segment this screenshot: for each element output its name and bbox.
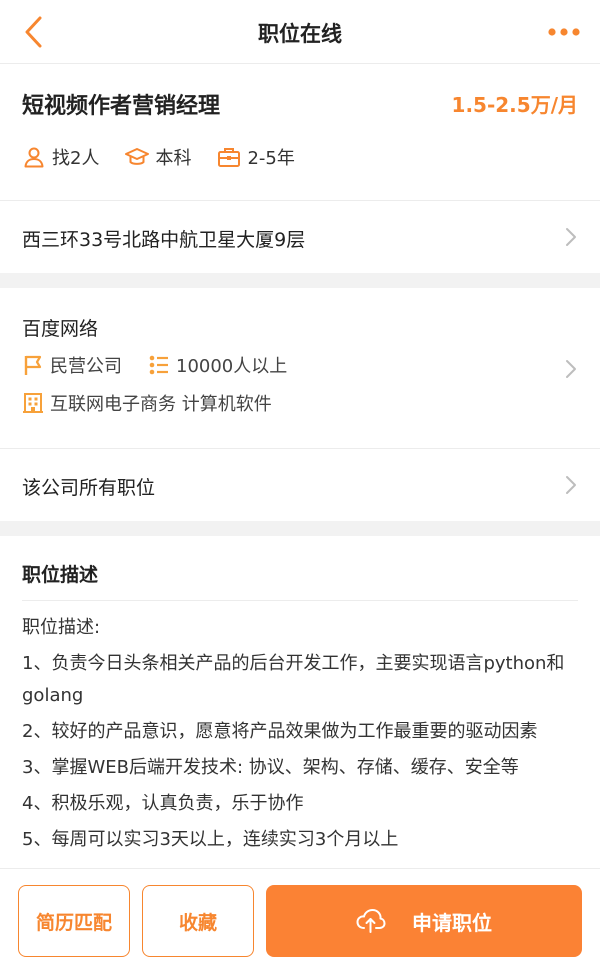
bottom-action-bar: 简历匹配 收藏 申请职位 [0, 868, 600, 974]
company-type: 民营公司 [50, 356, 122, 377]
meta-education-text: 本科 [155, 148, 192, 169]
apply-button[interactable]: 申请职位 [266, 885, 582, 957]
resume-match-button[interactable]: 简历匹配 [18, 885, 130, 957]
chevron-right-icon [566, 228, 576, 246]
all-jobs-text: 该公司所有职位 [22, 477, 156, 499]
description-line: 5、每周可以实习3天以上，连续实习3个月以上 [22, 829, 399, 850]
description-body: 职位描述: 1、负责今日头条相关产品的后台开发工作，主要实现语言python和g… [22, 612, 580, 860]
address-text: 西三环33号北路中航卫星大厦9层 [22, 229, 306, 251]
top-nav-bar: 职位在线 [0, 0, 600, 64]
meta-headcount-text: 找2人 [52, 148, 100, 169]
section-gap [0, 521, 600, 536]
list-icon [149, 355, 168, 375]
company-all-jobs-row[interactable]: 该公司所有职位 [0, 449, 600, 521]
description-line: 职位描述: [22, 617, 101, 638]
meta-experience-text: 2-5年 [247, 148, 295, 169]
job-meta: 找2人 本科 2-5年 [22, 142, 321, 172]
more-dots-icon[interactable] [546, 24, 582, 40]
job-salary: 1.5-2.5万/月 [451, 93, 578, 117]
company-type-size: 民营公司 10000人以上 [22, 352, 287, 378]
description-line: 4、积极乐观，认真负责，乐于协作 [22, 793, 304, 814]
meta-headcount: 找2人 [22, 144, 99, 170]
company-card[interactable]: 百度网络 民营公司 10000人以上 互联网电子商务 计算机软件 [0, 288, 600, 448]
briefcase-icon [218, 148, 241, 167]
section-gap [0, 273, 600, 288]
building-icon [23, 393, 43, 413]
divider [22, 600, 578, 601]
job-detail-page: 职位在线 短视频作者营销经理 1.5-2.5万/月 找2人 本科 2-5年 西三… [0, 0, 600, 974]
description-line: 2、较好的产品意识，愿意将产品效果做为工作最重要的驱动因素 [22, 721, 538, 742]
company-industry-line: 互联网电子商务 计算机软件 [22, 390, 272, 416]
job-header: 短视频作者营销经理 1.5-2.5万/月 找2人 本科 2-5年 [0, 64, 600, 200]
job-title: 短视频作者营销经理 [22, 94, 221, 119]
chevron-right-icon [566, 476, 576, 494]
graduation-cap-icon [125, 148, 150, 165]
favorite-button[interactable]: 收藏 [142, 885, 254, 957]
chevron-right-icon [566, 360, 576, 378]
description-line: 1、负责今日头条相关产品的后台开发工作，主要实现语言python和golang [22, 653, 565, 706]
flag-icon [24, 355, 42, 375]
job-description-section[interactable]: 职位描述 职位描述: 1、负责今日头条相关产品的后台开发工作，主要实现语言pyt… [0, 536, 600, 868]
company-size: 10000人以上 [176, 356, 288, 377]
meta-education: 本科 [125, 144, 191, 170]
cloud-upload-icon [356, 909, 386, 933]
company-industry: 互联网电子商务 计算机软件 [50, 394, 272, 415]
address-row[interactable]: 西三环33号北路中航卫星大厦9层 [0, 201, 600, 273]
meta-experience: 2-5年 [217, 144, 295, 170]
description-line: 3、掌握WEB后端开发技术: 协议、架构、存储、缓存、安全等 [22, 757, 519, 778]
person-icon [24, 147, 44, 168]
apply-button-label: 申请职位 [412, 910, 492, 935]
page-title: 职位在线 [258, 22, 342, 46]
company-name: 百度网络 [22, 318, 99, 340]
description-title: 职位描述 [22, 564, 99, 586]
